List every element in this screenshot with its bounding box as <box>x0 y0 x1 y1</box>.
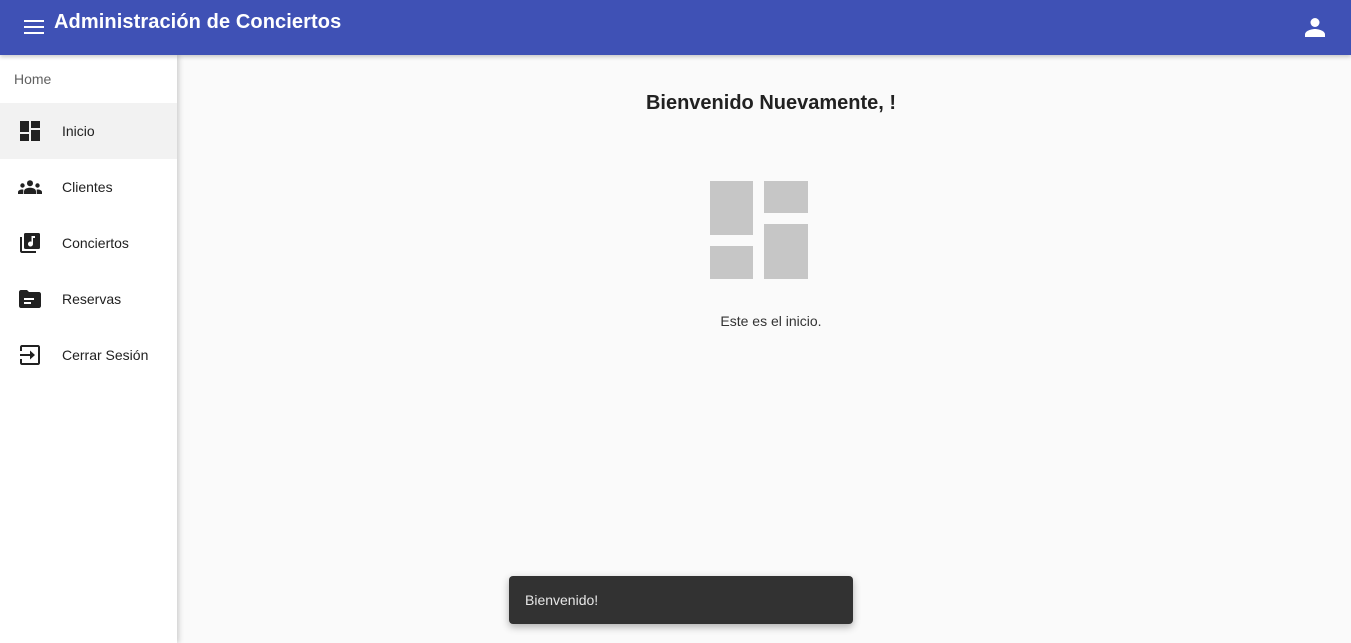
sidebar-item-reservas[interactable]: Reservas <box>0 271 177 327</box>
logout-icon <box>18 343 42 367</box>
sidebar-item-label: Clientes <box>62 179 113 195</box>
app-title: Administración de Conciertos <box>54 11 342 33</box>
top-toolbar: Administración de Conciertos <box>0 0 1351 55</box>
account-button[interactable] <box>1299 11 1331 43</box>
page-title: Bienvenido Nuevamente, ! <box>645 92 897 114</box>
main-content: Bienvenido Nuevamente, ! Este es el inic… <box>177 55 1351 643</box>
folder-icon <box>18 287 42 311</box>
library-music-icon <box>18 231 42 255</box>
sidebar-item-label: Inicio <box>62 123 95 139</box>
sidebar-item-label: Conciertos <box>62 235 129 251</box>
dashboard-icon <box>18 119 42 143</box>
sidebar-item-label: Reservas <box>62 291 122 307</box>
snackbar: Bienvenido! <box>509 576 853 624</box>
intro-text: Este es el inicio. <box>720 313 822 329</box>
menu-icon <box>24 20 44 34</box>
snackbar-message: Bienvenido! <box>525 592 599 608</box>
groups-icon <box>18 175 42 199</box>
person-icon <box>1305 18 1325 37</box>
menu-button[interactable] <box>20 13 48 41</box>
sidebar-item-cerrar-sesion[interactable]: Cerrar Sesión <box>0 327 177 383</box>
dashboard-placeholder-icon <box>710 181 808 279</box>
sidebar-item-clientes[interactable]: Clientes <box>0 159 177 215</box>
sidenav-header: Home <box>14 71 52 87</box>
sidebar-item-inicio[interactable]: Inicio <box>0 103 177 159</box>
sidebar-item-label: Cerrar Sesión <box>62 347 149 363</box>
side-navigation: Home Inicio Clientes Conciertos Reservas… <box>0 55 177 643</box>
sidebar-item-conciertos[interactable]: Conciertos <box>0 215 177 271</box>
